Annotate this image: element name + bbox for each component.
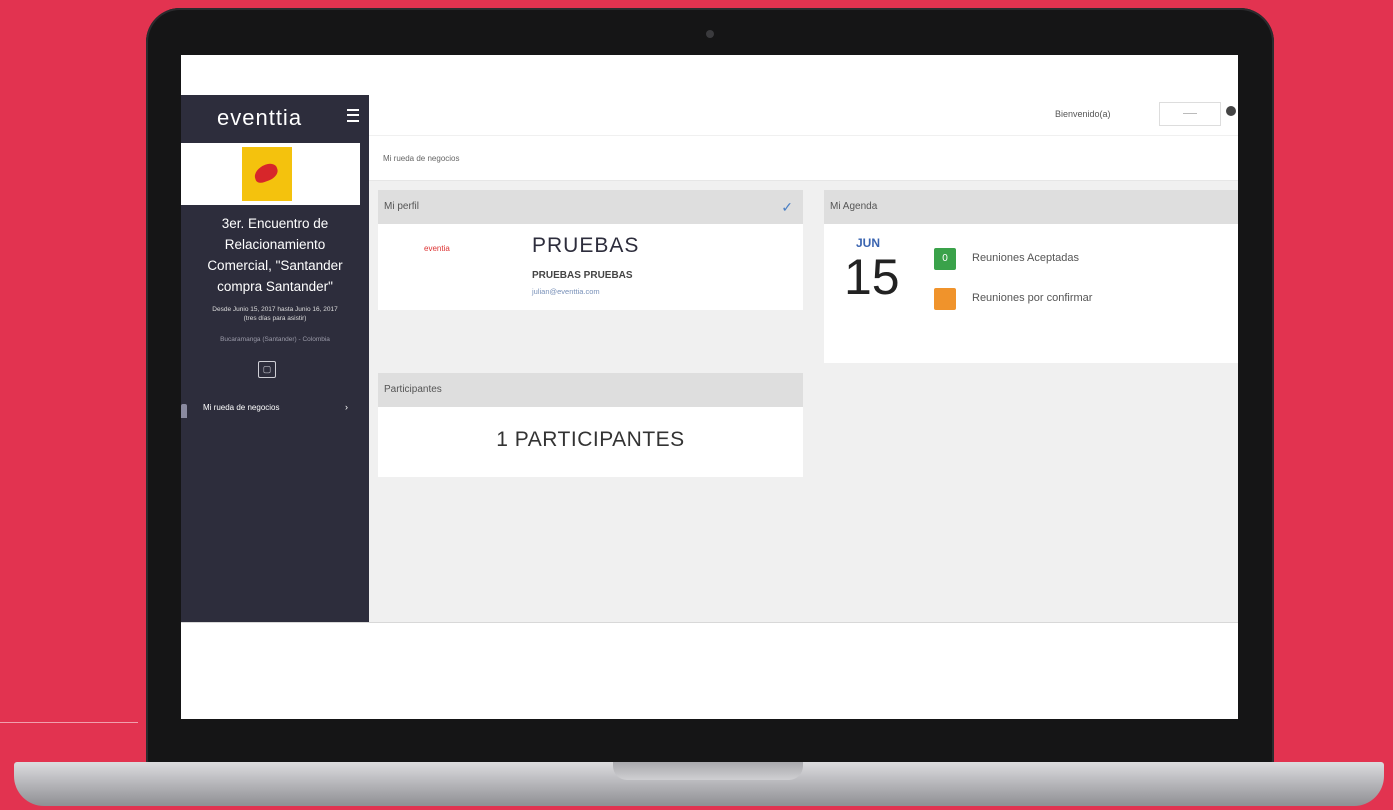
event-title-line: 3er. Encuentro de <box>221 216 329 231</box>
breadcrumb[interactable]: Mi rueda de negocios <box>383 154 460 163</box>
event-place: Bucaramanga (Santander) - Colombia <box>220 336 330 343</box>
participants-panel: Participantes 1 PARTICIPANTES <box>378 373 803 477</box>
participants-panel-title: Participantes <box>384 384 442 395</box>
logo-row: eventtia <box>181 95 369 141</box>
profile-subtitle: PRUEBAS PRUEBAS <box>532 270 633 281</box>
profile-name: PRUEBAS <box>532 234 640 257</box>
event-logo-box <box>181 143 360 205</box>
event-title: 3er. Encuentro de Relacionamiento Comerc… <box>181 213 369 297</box>
settings-icon[interactable] <box>1226 106 1236 116</box>
event-title-line: Comercial, "Santander <box>207 258 343 273</box>
chevron-right-icon: › <box>345 402 348 412</box>
agenda-panel-header: Mi Agenda <box>824 190 1238 224</box>
profile-panel-header: Mi perfil ✓ <box>378 190 803 224</box>
app-logo[interactable]: eventtia <box>217 105 302 131</box>
calendar-icon[interactable]: ▢ <box>258 361 276 378</box>
sidebar-item-rueda-negocios[interactable]: Mi rueda de negocios › <box>181 402 369 420</box>
accepted-count-badge: 0 <box>934 248 956 270</box>
profile-panel-title: Mi perfil <box>384 201 420 212</box>
main-content: Bienvenido(a) —— Mi rueda de negocios Mi… <box>369 95 1238 622</box>
event-dates-line: Desde Junio 15, 2017 hasta Junio 16, 201… <box>212 306 338 313</box>
company-logo: eventia <box>424 244 450 253</box>
participants-count[interactable]: 1 PARTICIPANTES <box>378 428 803 452</box>
pending-count-badge <box>934 288 956 310</box>
event-logo <box>242 147 292 201</box>
welcome-text: Bienvenido(a) <box>1055 109 1111 119</box>
agenda-day[interactable]: 15 <box>844 248 900 306</box>
edit-check-icon[interactable]: ✓ <box>781 190 793 224</box>
profile-email: julian@eventtia.com <box>532 287 600 296</box>
event-dates-line: (tres días para asistir) <box>243 315 307 322</box>
user-select[interactable]: —— <box>1159 102 1221 126</box>
top-header: Bienvenido(a) —— <box>369 95 1238 135</box>
laptop-notch <box>613 762 803 780</box>
legend-label: Reuniones por confirmar <box>972 292 1093 304</box>
legend-label: Reuniones Aceptadas <box>972 252 1080 264</box>
sidebar: eventtia 3er. Encuentro de Relacionamien… <box>181 95 369 622</box>
profile-panel: Mi perfil ✓ eventia PRUEBAS PRUEBAS PRUE… <box>378 190 803 310</box>
event-title-line: compra Santander" <box>217 279 333 294</box>
agenda-panel-title: Mi Agenda <box>830 201 878 212</box>
user-icon <box>181 404 187 418</box>
breadcrumb-bar: Mi rueda de negocios <box>369 136 1238 181</box>
menu-icon[interactable] <box>347 109 359 122</box>
agenda-panel: Mi Agenda JUN 15 0 Reuniones Aceptadas R… <box>824 190 1238 363</box>
sidebar-item-label: Mi rueda de negocios <box>203 403 280 412</box>
event-title-line: Relacionamiento <box>224 237 326 252</box>
laptop-screen: eventtia 3er. Encuentro de Relacionamien… <box>181 55 1238 719</box>
event-dates: Desde Junio 15, 2017 hasta Junio 16, 201… <box>183 305 367 323</box>
camera-icon <box>706 30 714 38</box>
participants-panel-header: Participantes <box>378 373 803 407</box>
browser-top-strip <box>181 55 1238 95</box>
footer-area <box>181 622 1238 719</box>
decorative-line <box>0 722 138 723</box>
